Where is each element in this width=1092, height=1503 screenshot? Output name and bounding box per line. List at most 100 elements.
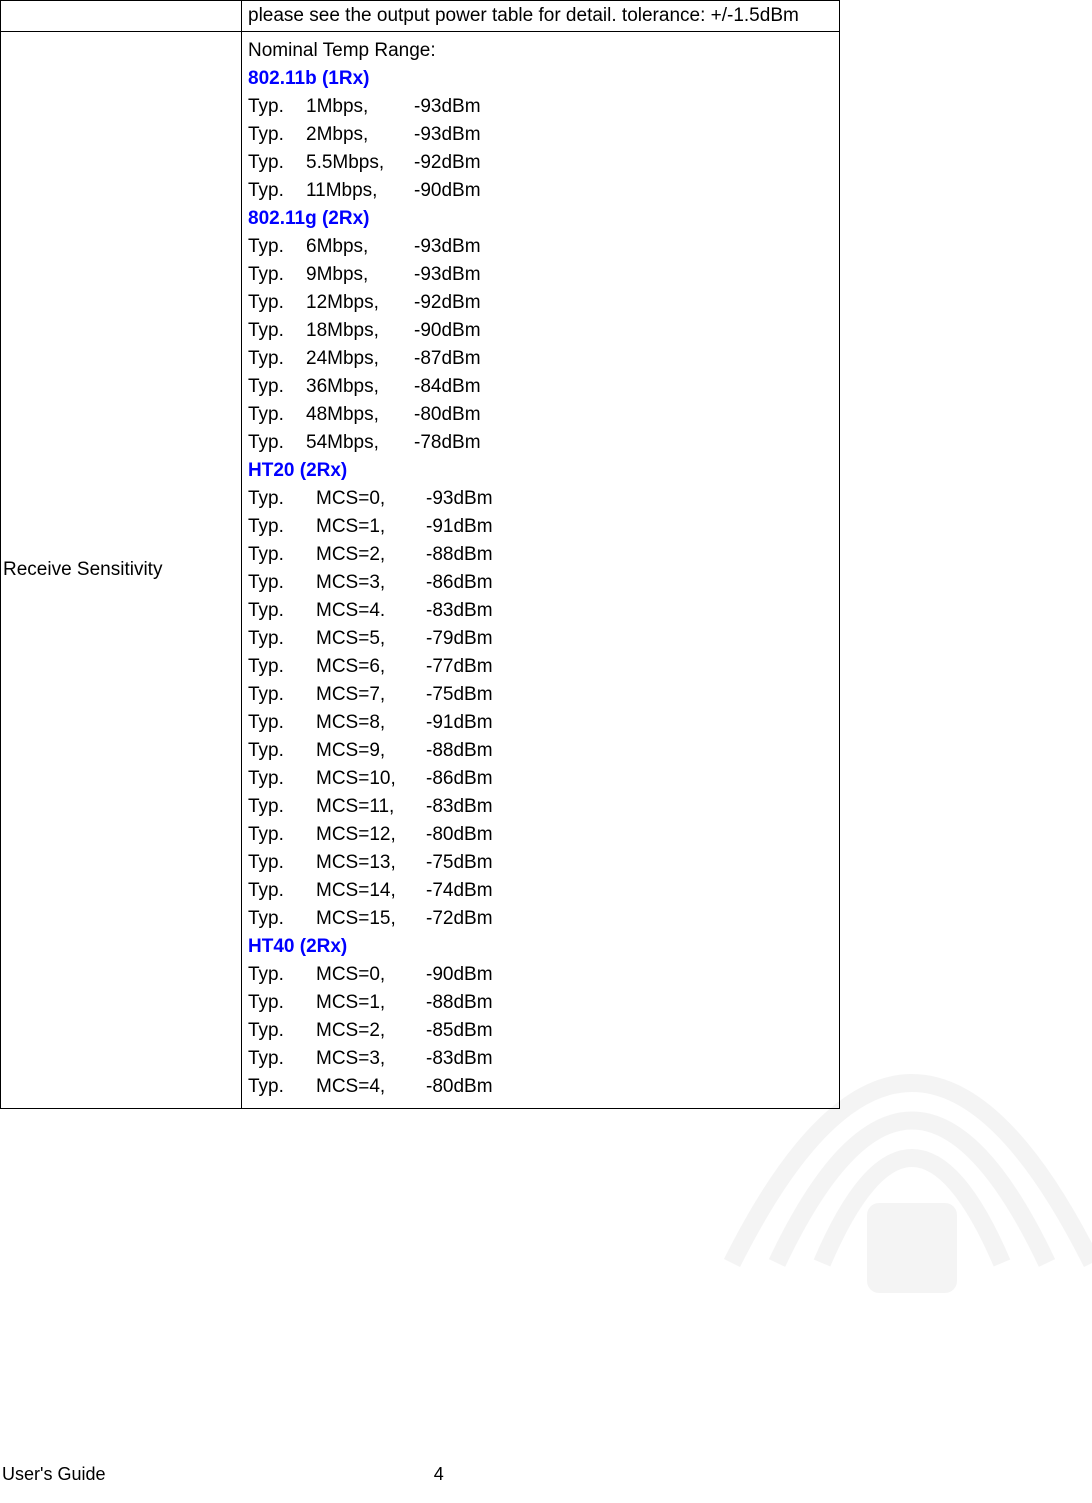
spec-value: -75dBm (426, 684, 493, 706)
spec-row: Typ.MCS=4.-83dBm (248, 600, 833, 622)
spec-typ: Typ. (248, 96, 306, 118)
spec-typ: Typ. (248, 376, 306, 398)
spec-row: Typ.MCS=0,-90dBm (248, 964, 833, 986)
spec-rate: MCS=11, (316, 796, 426, 818)
spec-typ: Typ. (248, 264, 306, 286)
spec-value: -74dBm (426, 880, 493, 902)
spec-value: -91dBm (426, 712, 493, 734)
section-heading-80211b: 802.11b (1Rx) (248, 68, 833, 90)
spec-rate: 54Mbps, (306, 432, 414, 454)
section-ht40-rows: Typ.MCS=0,-90dBmTyp.MCS=1,-88dBmTyp.MCS=… (248, 964, 833, 1098)
spec-rate: MCS=10, (316, 768, 426, 790)
spec-typ: Typ. (248, 404, 306, 426)
spec-rate: MCS=0, (316, 964, 426, 986)
spec-row: Typ.MCS=11,-83dBm (248, 796, 833, 818)
row-label-receive-sensitivity: Receive Sensitivity (1, 32, 242, 1109)
spec-value: -75dBm (426, 852, 493, 874)
spec-typ: Typ. (248, 796, 316, 818)
spec-row: Typ.MCS=3,-86dBm (248, 572, 833, 594)
spec-rate: MCS=2, (316, 1020, 426, 1042)
spec-rate: 36Mbps, (306, 376, 414, 398)
spec-rate: MCS=6, (316, 656, 426, 678)
spec-typ: Typ. (248, 236, 306, 258)
spec-typ: Typ. (248, 516, 316, 538)
section-heading-80211g: 802.11g (2Rx) (248, 208, 833, 230)
section-heading-ht40: HT40 (2Rx) (248, 936, 833, 958)
spec-value: -77dBm (426, 656, 493, 678)
spec-value: -93dBm (414, 124, 481, 146)
spec-row: Typ.MCS=14,-74dBm (248, 880, 833, 902)
spec-row: Typ.MCS=2,-85dBm (248, 1020, 833, 1042)
spec-typ: Typ. (248, 740, 316, 762)
spec-row: Typ.5.5Mbps,-92dBm (248, 152, 833, 174)
spec-typ: Typ. (248, 824, 316, 846)
spec-typ: Typ. (248, 656, 316, 678)
spec-row: Typ.MCS=1,-91dBm (248, 516, 833, 538)
spec-rate: MCS=9, (316, 740, 426, 762)
spec-row: Typ.MCS=10,-86dBm (248, 768, 833, 790)
spec-typ: Typ. (248, 348, 306, 370)
spec-value: -90dBm (426, 964, 493, 986)
spec-typ: Typ. (248, 992, 316, 1014)
spec-rate: MCS=4. (316, 600, 426, 622)
spec-rate: 24Mbps, (306, 348, 414, 370)
spec-rate: 12Mbps, (306, 292, 414, 314)
spec-typ: Typ. (248, 488, 316, 510)
spec-value: -93dBm (414, 236, 481, 258)
spec-rate: 11Mbps, (306, 180, 414, 202)
spec-row: Typ.MCS=1,-88dBm (248, 992, 833, 1014)
spec-row: Typ.2Mbps,-93dBm (248, 124, 833, 146)
spec-row: Typ.MCS=13,-75dBm (248, 852, 833, 874)
spec-row: Typ.9Mbps,-93dBm (248, 264, 833, 286)
spec-rate: MCS=3, (316, 572, 426, 594)
spec-rate: 5.5Mbps, (306, 152, 414, 174)
spec-row: Typ.MCS=8,-91dBm (248, 712, 833, 734)
table-row: please see the output power table for de… (1, 1, 840, 32)
spec-value: -93dBm (414, 96, 481, 118)
spec-value: -80dBm (426, 824, 493, 846)
spec-typ: Typ. (248, 712, 316, 734)
spec-typ: Typ. (248, 684, 316, 706)
spec-value: -78dBm (414, 432, 481, 454)
spec-row: Typ.MCS=15,-72dBm (248, 908, 833, 930)
section-80211g-rows: Typ.6Mbps,-93dBmTyp.9Mbps,-93dBmTyp.12Mb… (248, 236, 833, 454)
spec-typ: Typ. (248, 292, 306, 314)
spec-rate: MCS=3, (316, 1048, 426, 1070)
spec-row: Typ.MCS=3,-83dBm (248, 1048, 833, 1070)
spec-row: Typ.24Mbps,-87dBm (248, 348, 833, 370)
spec-value: -90dBm (414, 320, 481, 342)
spec-row: Typ.36Mbps,-84dBm (248, 376, 833, 398)
spec-value: -83dBm (426, 796, 493, 818)
spec-row: Typ.MCS=7,-75dBm (248, 684, 833, 706)
spec-rate: MCS=14, (316, 880, 426, 902)
spec-rate: 48Mbps, (306, 404, 414, 426)
spec-row: Typ.MCS=5,-79dBm (248, 628, 833, 650)
spec-value: -79dBm (426, 628, 493, 650)
spec-rate: 2Mbps, (306, 124, 414, 146)
spec-rate: MCS=1, (316, 992, 426, 1014)
spec-typ: Typ. (248, 124, 306, 146)
spec-rate: MCS=5, (316, 628, 426, 650)
spec-row: Typ.18Mbps,-90dBm (248, 320, 833, 342)
page-number: 4 (434, 1464, 444, 1485)
spec-rate: MCS=2, (316, 544, 426, 566)
spec-rate: 18Mbps, (306, 320, 414, 342)
output-power-note: please see the output power table for de… (242, 1, 840, 32)
page-footer: User's Guide 4 (2, 1464, 1072, 1485)
spec-value: -90dBm (414, 180, 481, 202)
row-label-empty (1, 1, 242, 32)
spec-value: -92dBm (414, 152, 481, 174)
spec-typ: Typ. (248, 880, 316, 902)
spec-typ: Typ. (248, 768, 316, 790)
spec-rate: MCS=7, (316, 684, 426, 706)
spec-value: -87dBm (414, 348, 481, 370)
nominal-temp-range: Nominal Temp Range: (248, 40, 833, 62)
spec-typ: Typ. (248, 1020, 316, 1042)
spec-typ: Typ. (248, 320, 306, 342)
spec-value: -86dBm (426, 768, 493, 790)
spec-row: Typ.MCS=6,-77dBm (248, 656, 833, 678)
spec-value: -80dBm (426, 1076, 493, 1098)
spec-rate: MCS=13, (316, 852, 426, 874)
spec-row: Typ.MCS=2,-88dBm (248, 544, 833, 566)
spec-value: -83dBm (426, 600, 493, 622)
